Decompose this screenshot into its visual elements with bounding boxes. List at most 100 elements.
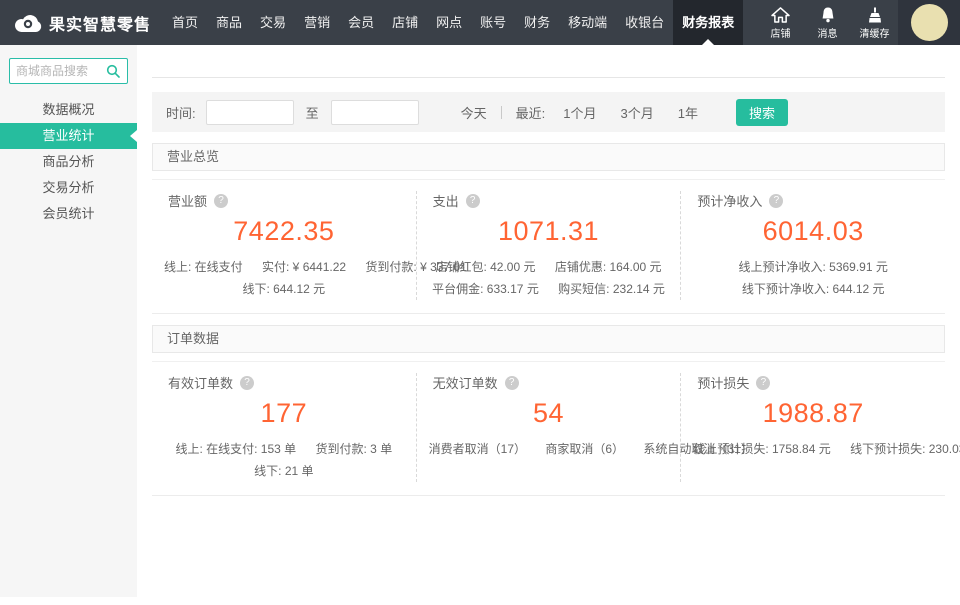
card-revenue: 营业额 ? 7422.35 线上: 在线支付 实付: ¥ 6441.22 货到付… <box>152 191 416 300</box>
help-icon[interactable]: ? <box>505 376 519 390</box>
order-data-cards: 有效订单数 ? 177 线上: 在线支付: 153 单 货到付款: 3 单 线下… <box>152 361 945 496</box>
nav-item-shop[interactable]: 店铺 <box>383 0 427 45</box>
brand-title: 果实智慧零售 <box>49 11 151 35</box>
detail-line: 线下: 644.12 元 <box>156 278 412 300</box>
card-valid-orders-value: 177 <box>156 398 412 429</box>
card-net-income-title: 预计净收入 <box>697 191 762 210</box>
detail-segment: 线下: 21 单 <box>254 460 313 482</box>
card-estimated-loss-title-row: 预计损失 ? <box>685 373 941 392</box>
nav-item-finance[interactable]: 财务 <box>515 0 559 45</box>
detail-segment: 商家取消（6） <box>545 438 624 460</box>
card-revenue-title-row: 营业额 ? <box>156 191 412 210</box>
nav-item-financial-report[interactable]: 财务报表 <box>673 0 743 45</box>
nav-item-trade[interactable]: 交易 <box>251 0 295 45</box>
detail-segment: 消费者取消（17） <box>429 438 526 460</box>
detail-segment: 货到付款: 3 单 <box>316 438 393 460</box>
shop-action[interactable]: 店铺 <box>757 0 804 45</box>
content-area: 时间: 至 今天 最近: 1个月 3个月 1年 搜索 营业总览 营业额 ? <box>137 45 960 496</box>
detail-segment: 平台佣金: 633.17 元 <box>432 278 539 300</box>
help-icon[interactable]: ? <box>769 194 783 208</box>
nav-item-home[interactable]: 首页 <box>163 0 207 45</box>
clear-cache-action[interactable]: 清缓存 <box>851 0 898 45</box>
card-invalid-orders-value: 54 <box>421 398 677 429</box>
help-icon[interactable]: ? <box>214 194 228 208</box>
card-estimated-loss-details: 线上预计损失: 1758.84 元 线下预计损失: 230.03 元 <box>685 438 941 460</box>
card-net-income: 预计净收入 ? 6014.03 线上预计净收入: 5369.91 元 线下预计净… <box>680 191 945 300</box>
card-net-income-details: 线上预计净收入: 5369.91 元 线下预计净收入: 644.12 元 <box>685 256 941 300</box>
detail-segment: 线上预计损失: 1758.84 元 <box>693 438 830 460</box>
main-layout: 数据概况 营业统计 商品分析 交易分析 会员统计 时间: 至 今天 最近: 1个… <box>0 45 960 605</box>
recent-label: 最近: <box>516 103 546 122</box>
business-overview-cards: 营业额 ? 7422.35 线上: 在线支付 实付: ¥ 6441.22 货到付… <box>152 179 945 314</box>
card-revenue-value: 7422.35 <box>156 216 412 247</box>
detail-line: 平台佣金: 633.17 元 购买短信: 232.14 元 <box>421 278 677 300</box>
card-estimated-loss: 预计损失 ? 1988.87 线上预计损失: 1758.84 元 线下预计损失:… <box>680 373 945 482</box>
nav-right-actions: 店铺 消息 清缓存 <box>757 0 960 45</box>
clear-cache-action-label: 清缓存 <box>860 25 890 40</box>
card-expenses-value: 1071.31 <box>421 216 677 247</box>
divider <box>501 106 502 119</box>
range-1-year[interactable]: 1年 <box>678 103 698 122</box>
detail-line: 线上: 在线支付: 153 单 货到付款: 3 单 <box>156 438 412 460</box>
home-icon <box>771 7 790 23</box>
help-icon[interactable]: ? <box>756 376 770 390</box>
brand-logo[interactable]: 果实智慧零售 <box>0 0 163 45</box>
card-net-income-title-row: 预计净收入 ? <box>685 191 941 210</box>
search-button[interactable]: 搜索 <box>736 99 788 126</box>
to-label: 至 <box>306 103 319 122</box>
nav-item-members[interactable]: 会员 <box>339 0 383 45</box>
sidebar-search-box <box>9 58 128 84</box>
help-icon[interactable]: ? <box>466 194 480 208</box>
search-input[interactable] <box>16 64 106 78</box>
cloud-logo-icon <box>14 13 42 33</box>
range-3-months[interactable]: 3个月 <box>621 103 654 122</box>
card-invalid-orders-title: 无效订单数 <box>433 373 498 392</box>
card-revenue-details: 线上: 在线支付 实付: ¥ 6441.22 货到付款: ¥ 337.01 线下… <box>156 256 412 300</box>
detail-segment: 线上: 在线支付: 153 单 <box>175 438 296 460</box>
detail-segment: 线上: 在线支付 <box>164 256 243 278</box>
detail-segment: 实付: ¥ 6441.22 <box>262 256 346 278</box>
sidebar-item-product-analysis[interactable]: 商品分析 <box>0 149 137 175</box>
search-icon[interactable] <box>106 64 120 78</box>
nav-item-marketing[interactable]: 营销 <box>295 0 339 45</box>
detail-line: 线下: 21 单 <box>156 460 412 482</box>
sidebar-item-member-stats[interactable]: 会员统计 <box>0 201 137 227</box>
content-header-strip <box>152 45 945 78</box>
card-revenue-title: 营业额 <box>168 191 207 210</box>
nav-item-products[interactable]: 商品 <box>207 0 251 45</box>
sidebar-item-business-stats[interactable]: 营业统计 <box>0 123 137 149</box>
sidebar-menu: 数据概况 营业统计 商品分析 交易分析 会员统计 <box>0 97 137 227</box>
date-to-input[interactable] <box>331 100 419 125</box>
detail-segment: 店铺优惠: 164.00 元 <box>555 256 662 278</box>
detail-line: 线上预计损失: 1758.84 元 线下预计损失: 230.03 元 <box>685 438 941 460</box>
help-icon[interactable]: ? <box>240 376 254 390</box>
card-estimated-loss-title: 预计损失 <box>697 373 749 392</box>
detail-segment: 线下预计净收入: 644.12 元 <box>742 278 885 300</box>
avatar[interactable] <box>911 4 948 41</box>
time-label: 时间: <box>166 103 196 122</box>
nav-item-accounts[interactable]: 账号 <box>471 0 515 45</box>
range-today[interactable]: 今天 <box>461 103 487 122</box>
sidebar-item-data-overview[interactable]: 数据概况 <box>0 97 137 123</box>
detail-line: 线上: 在线支付 实付: ¥ 6441.22 货到付款: ¥ 337.01 <box>156 256 412 278</box>
date-from-input[interactable] <box>206 100 294 125</box>
nav-item-cashier[interactable]: 收银台 <box>616 0 673 45</box>
detail-segment: 线下: 644.12 元 <box>242 278 325 300</box>
detail-line: 线下预计净收入: 644.12 元 <box>685 278 941 300</box>
card-expenses-title: 支出 <box>433 191 459 210</box>
detail-line: 消费者取消（17） 商家取消（6） 系统自动取消（31） <box>421 438 677 460</box>
messages-action-label: 消息 <box>818 25 838 40</box>
detail-segment: 线上预计净收入: 5369.91 元 <box>738 256 887 278</box>
sidebar-item-trade-analysis[interactable]: 交易分析 <box>0 175 137 201</box>
card-valid-orders-title: 有效订单数 <box>168 373 233 392</box>
detail-segment: 线下预计损失: 230.03 元 <box>850 438 960 460</box>
nav-item-mobile[interactable]: 移动端 <box>559 0 616 45</box>
range-1-month[interactable]: 1个月 <box>563 103 596 122</box>
card-valid-orders: 有效订单数 ? 177 线上: 在线支付: 153 单 货到付款: 3 单 线下… <box>152 373 416 482</box>
nav-item-outlets[interactable]: 网点 <box>427 0 471 45</box>
messages-action[interactable]: 消息 <box>804 0 851 45</box>
card-valid-orders-title-row: 有效订单数 ? <box>156 373 412 392</box>
filter-bar: 时间: 至 今天 最近: 1个月 3个月 1年 搜索 <box>152 92 945 132</box>
detail-segment: 购买短信: 232.14 元 <box>558 278 665 300</box>
detail-line: 店铺红包: 42.00 元 店铺优惠: 164.00 元 <box>421 256 677 278</box>
